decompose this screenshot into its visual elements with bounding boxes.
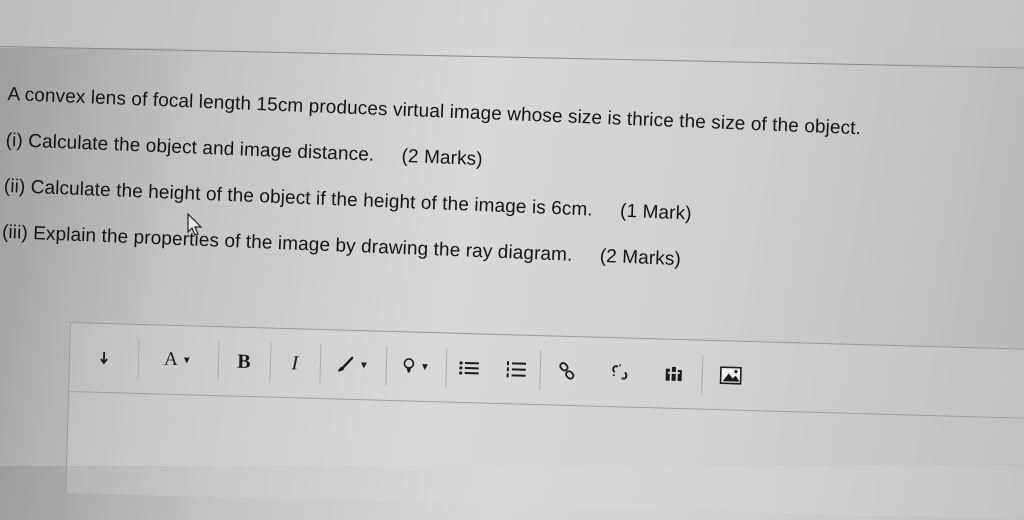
bullet-list-icon [459,360,480,377]
unlink-icon [611,363,629,381]
bold-button[interactable]: B [217,341,272,383]
text-color-icon [337,355,355,373]
question-part-i-marks: (2 Marks) [401,145,484,171]
question-part-ii: (ii) Calculate the height of the object … [3,176,692,226]
highlight-icon [402,357,416,375]
divider [0,46,1024,69]
highlight-button[interactable]: ▼ [385,345,448,388]
question-part-i-text: (i) Calculate the object and image dista… [5,129,375,166]
question-part-iii: (iii) Explain the properties of the imag… [2,222,682,271]
font-size-icon: A [163,348,179,371]
media-button[interactable] [645,353,704,395]
image-icon [719,366,742,385]
link-button[interactable] [539,350,594,391]
italic-button[interactable]: I [269,342,322,385]
top-panel [0,0,1024,48]
question-part-ii-text: (ii) Calculate the height of the object … [3,175,594,221]
text-color-button[interactable]: ▼ [319,344,388,386]
paragraph-icon [98,350,110,366]
link-icon [558,362,576,380]
question-part-ii-marks: (1 Mark) [619,200,693,225]
chevron-down-icon: ▼ [358,359,370,371]
numbered-list-button[interactable] [491,348,542,391]
question-text: A convex lens of focal length 15cm produ… [0,84,1017,324]
bold-icon: B [236,350,251,373]
italic-icon: I [291,351,299,374]
mouse-cursor-icon [187,213,203,237]
media-icon [665,366,683,382]
chevron-down-icon: ▼ [419,361,430,373]
question-part-iii-text: (iii) Explain the properties of the imag… [1,221,573,266]
image-button[interactable] [701,355,760,397]
answer-editor[interactable]: A ▼ B I ▼ ▼ [65,322,1024,520]
question-part-i: (i) Calculate the object and image dista… [5,130,483,171]
question-intro: A convex lens of focal length 15cm produ… [7,84,862,140]
numbered-list-icon [506,360,527,379]
font-size-button[interactable]: A ▼ [137,338,220,382]
paragraph-format-button[interactable] [69,337,140,379]
bullet-list-button[interactable] [445,348,492,389]
chevron-down-icon: ▼ [181,354,192,366]
unlink-button[interactable] [593,352,646,393]
question-part-iii-marks: (2 Marks) [599,245,682,271]
